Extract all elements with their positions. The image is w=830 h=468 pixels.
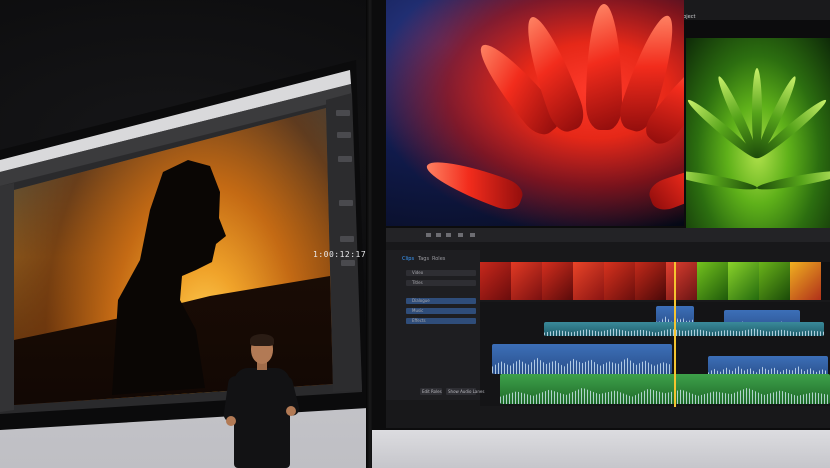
timeline-toggle-icon[interactable] — [470, 233, 475, 237]
browser-toggle-icon[interactable] — [458, 233, 463, 237]
role-label-dialogue: Dialogue — [412, 298, 430, 303]
waveform — [492, 357, 672, 374]
panel-swatch — [341, 260, 355, 266]
show-audio-lanes-label: Show Audio Lanes — [448, 389, 485, 394]
filmstrip-frame — [728, 262, 759, 300]
waveform — [500, 387, 830, 404]
panel-swatch — [336, 110, 350, 116]
keynote-stage: 10-Bit Project 1:00:12:17 Clips Tags Rol… — [0, 0, 830, 468]
viewer-flower-clip — [386, 0, 684, 226]
waveform — [544, 328, 824, 336]
filmstrip-frame — [604, 262, 635, 300]
apple-logo-icon — [712, 452, 732, 468]
role-label-effects: Effects — [412, 318, 426, 323]
panel-swatch — [338, 156, 352, 162]
library-item-titles: Titles — [412, 280, 423, 285]
filmstrip-frame — [542, 262, 573, 300]
checkmark-icon[interactable] — [446, 233, 451, 237]
playhead[interactable] — [674, 262, 676, 407]
filmstrip-frame — [697, 262, 728, 300]
video-filmstrip[interactable] — [480, 262, 830, 300]
filmstrip-frame — [511, 262, 542, 300]
video-editor-toolbar — [386, 228, 830, 242]
timecode-display: 1:00:12:17 — [313, 250, 367, 259]
key-icon[interactable] — [436, 233, 441, 237]
viewer-plant-clip — [686, 38, 830, 250]
right-imac-chin — [372, 430, 830, 468]
role-label-music: Music — [412, 308, 424, 313]
plant-leaf — [686, 167, 758, 193]
filmstrip-frame — [480, 262, 511, 300]
presenter — [222, 332, 302, 468]
dialogue-clip[interactable] — [492, 344, 672, 374]
presenter-hand — [226, 416, 236, 426]
filmstrip-frame — [759, 262, 790, 300]
filmstrip-frame — [666, 262, 697, 300]
filmstrip-frame — [635, 262, 666, 300]
plant-leaf — [756, 167, 830, 193]
flower-petal — [586, 4, 622, 130]
effects-clip[interactable] — [500, 374, 830, 404]
presenter-tshirt — [234, 368, 290, 468]
browser-tab-tags[interactable]: Tags — [418, 256, 429, 262]
library-item-video: Video — [412, 270, 424, 275]
import-icon[interactable] — [426, 233, 431, 237]
browser-tab-clips[interactable]: Clips — [402, 256, 414, 262]
presenter-hair — [250, 334, 274, 346]
panel-swatch — [339, 200, 353, 206]
flower-petal — [421, 151, 527, 215]
browser-tab-roles[interactable]: Roles — [432, 256, 445, 262]
flower-petal — [645, 155, 684, 215]
edit-roles-label: Edit Roles — [422, 389, 442, 394]
music-clip[interactable] — [544, 322, 824, 336]
panel-swatch — [340, 236, 354, 242]
apple-logo-icon — [138, 446, 158, 466]
panel-swatch — [337, 132, 351, 138]
left-imac — [0, 0, 372, 468]
presenter-hand — [286, 406, 296, 416]
filmstrip-frame — [573, 262, 604, 300]
filmstrip-frame — [790, 262, 821, 300]
